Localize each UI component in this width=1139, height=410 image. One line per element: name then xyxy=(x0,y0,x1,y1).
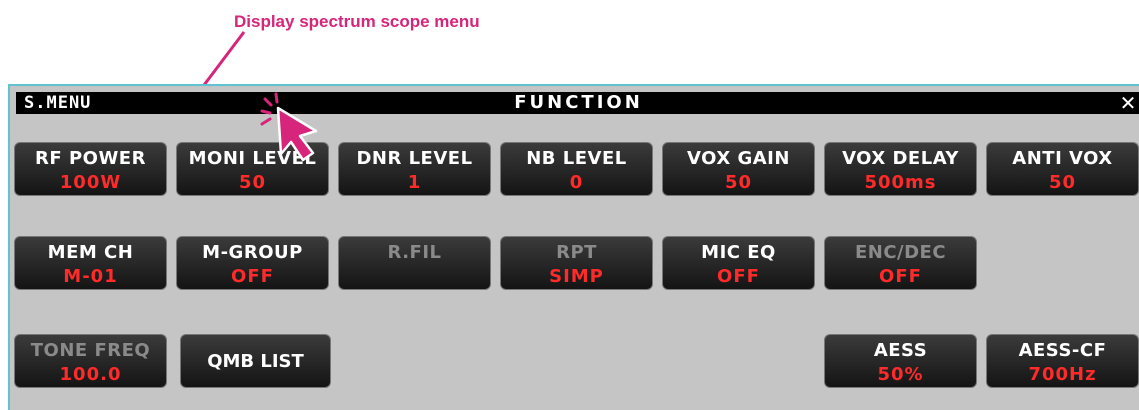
button-label: MEM CH xyxy=(47,242,134,263)
button-label: MONI LEVEL xyxy=(188,148,317,169)
panel-title: FUNCTION xyxy=(514,92,643,113)
button-label: VOX DELAY xyxy=(842,148,959,169)
rf-power-button[interactable]: RF POWER 100W xyxy=(14,142,167,196)
rpt-button[interactable]: RPT SIMP xyxy=(500,236,653,290)
enc-dec-button[interactable]: ENC/DEC OFF xyxy=(824,236,977,290)
button-value: 1 xyxy=(407,172,422,193)
button-label: ENC/DEC xyxy=(854,242,947,263)
button-value: OFF xyxy=(231,266,274,287)
button-value: 50 xyxy=(1048,172,1077,193)
mic-eq-button[interactable]: MIC EQ OFF xyxy=(662,236,815,290)
button-value: OFF xyxy=(879,266,922,287)
vox-delay-button[interactable]: VOX DELAY 500ms xyxy=(824,142,977,196)
button-value: M-01 xyxy=(63,266,118,287)
button-value: 50 xyxy=(724,172,753,193)
button-label: ANTI VOX xyxy=(1012,148,1113,169)
button-value: SIMP xyxy=(549,266,604,287)
button-label: VOX GAIN xyxy=(687,148,790,169)
button-label: QMB LIST xyxy=(207,351,304,372)
vox-gain-button[interactable]: VOX GAIN 50 xyxy=(662,142,815,196)
qmb-list-button[interactable]: QMB LIST xyxy=(180,334,331,388)
button-label: M-GROUP xyxy=(202,242,303,263)
button-value: 100W xyxy=(59,172,122,193)
anti-vox-button[interactable]: ANTI VOX 50 xyxy=(986,142,1139,196)
tone-freq-button[interactable]: TONE FREQ 100.0 xyxy=(14,334,167,388)
button-label: MIC EQ xyxy=(701,242,776,263)
aess-cf-button[interactable]: AESS-CF 700Hz xyxy=(986,334,1139,388)
button-label: DNR LEVEL xyxy=(356,148,473,169)
button-label: RF POWER xyxy=(35,148,146,169)
button-value: 50% xyxy=(877,364,924,385)
dnr-level-button[interactable]: DNR LEVEL 1 xyxy=(338,142,491,196)
button-label: NB LEVEL xyxy=(526,148,627,169)
m-group-button[interactable]: M-GROUP OFF xyxy=(176,236,329,290)
button-value: 50 xyxy=(238,172,267,193)
button-value: 0 xyxy=(569,172,584,193)
close-icon[interactable]: ✕ xyxy=(1117,92,1139,114)
button-value: 100.0 xyxy=(59,364,122,385)
function-panel: S.MENU FUNCTION ✕ RF POWER 100W MONI LEV… xyxy=(8,84,1139,410)
moni-level-button[interactable]: MONI LEVEL 50 xyxy=(176,142,329,196)
button-value: OFF xyxy=(717,266,760,287)
aess-button[interactable]: AESS 50% xyxy=(824,334,977,388)
button-label: RPT xyxy=(556,242,597,263)
mem-ch-button[interactable]: MEM CH M-01 xyxy=(14,236,167,290)
r-fil-button[interactable]: R.FIL xyxy=(338,236,491,290)
button-value: 700Hz xyxy=(1028,364,1097,385)
title-bar: S.MENU FUNCTION ✕ xyxy=(16,92,1139,114)
button-label: TONE FREQ xyxy=(30,340,151,361)
annotation-label: Display spectrum scope menu xyxy=(234,12,480,31)
button-label: AESS-CF xyxy=(1018,340,1107,361)
nb-level-button[interactable]: NB LEVEL 0 xyxy=(500,142,653,196)
button-label: R.FIL xyxy=(387,242,442,263)
button-label: AESS xyxy=(873,340,928,361)
button-value: 500ms xyxy=(864,172,937,193)
